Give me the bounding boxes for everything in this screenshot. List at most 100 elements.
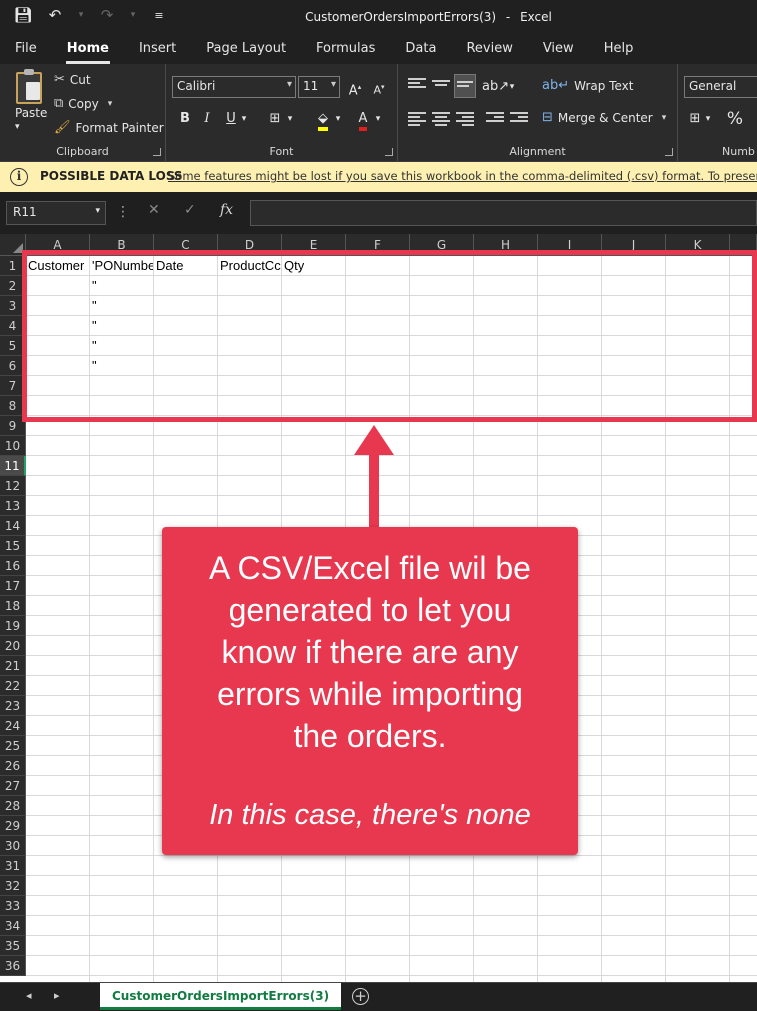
- align-middle-icon[interactable]: [432, 78, 450, 92]
- align-left-icon[interactable]: [408, 112, 426, 126]
- row-header-33[interactable]: 33: [0, 896, 26, 916]
- font-color-dropdown-icon[interactable]: ▾: [372, 108, 384, 130]
- underline-dropdown-icon[interactable]: ▾: [238, 108, 250, 130]
- row-header-11[interactable]: 11: [0, 456, 26, 476]
- arrow-shaft: [369, 448, 379, 528]
- data-loss-warning-bar: i POSSIBLE DATA LOSS Some features might…: [0, 162, 757, 192]
- dialog-launcher-icon[interactable]: [153, 148, 161, 156]
- callout-line: generated to let you: [228, 592, 512, 628]
- font-name-select[interactable]: Calibri ▾: [172, 76, 296, 98]
- row-header-13[interactable]: 13: [0, 496, 26, 516]
- increase-indent-icon[interactable]: [510, 112, 528, 126]
- row-header-32[interactable]: 32: [0, 876, 26, 896]
- tab-view[interactable]: View: [528, 36, 589, 64]
- sheet-tab-customerordersimporterrors[interactable]: CustomerOrdersImportErrors(3): [100, 983, 342, 1010]
- clipboard-group-label: Clipboard: [56, 145, 109, 158]
- row-header-22[interactable]: 22: [0, 676, 26, 696]
- row-header-36[interactable]: 36: [0, 956, 26, 976]
- ribbon-tabs: File Home Insert Page Layout Formulas Data Rev…: [0, 36, 757, 64]
- enter-icon[interactable]: ✓: [184, 202, 196, 218]
- font-size-select[interactable]: 11 ▾: [298, 76, 340, 98]
- fill-color-dropdown-icon[interactable]: ▾: [332, 108, 344, 130]
- row-header-15[interactable]: 15: [0, 536, 26, 556]
- row-header-26[interactable]: 26: [0, 756, 26, 776]
- row-header-30[interactable]: 30: [0, 836, 26, 856]
- row-header-28[interactable]: 28: [0, 796, 26, 816]
- tab-formulas[interactable]: Formulas: [301, 36, 390, 64]
- annotation-callout: A CSV/Excel file wil be generated to let …: [162, 527, 578, 855]
- align-top-icon[interactable]: [408, 78, 426, 92]
- scissors-icon: ✂: [54, 72, 65, 87]
- number-format-select[interactable]: General: [684, 76, 757, 98]
- cut-button[interactable]: ✂ Cut: [54, 72, 91, 87]
- orientation-icon[interactable]: ab↗: [482, 76, 509, 98]
- row-header-21[interactable]: 21: [0, 656, 26, 676]
- row-header-25[interactable]: 25: [0, 736, 26, 756]
- orientation-dropdown-icon[interactable]: ▾: [506, 76, 518, 98]
- italic-button[interactable]: I: [196, 108, 218, 130]
- insert-function-button[interactable]: fx: [220, 202, 233, 218]
- tab-home[interactable]: Home: [52, 36, 124, 64]
- row-header-14[interactable]: 14: [0, 516, 26, 536]
- paste-button[interactable]: Paste: [15, 106, 47, 120]
- warning-message[interactable]: Some features might be lost if you save …: [168, 169, 757, 183]
- accounting-dropdown-icon[interactable]: ▾: [702, 108, 714, 130]
- dialog-launcher-icon[interactable]: [665, 148, 673, 156]
- row-header-12[interactable]: 12: [0, 476, 26, 496]
- font-color-icon[interactable]: A: [352, 108, 374, 131]
- highlight-box: [22, 250, 757, 422]
- align-right-icon[interactable]: [456, 112, 474, 126]
- cancel-icon[interactable]: ✕: [148, 202, 160, 218]
- more-options-icon[interactable]: ⋮: [116, 204, 130, 220]
- callout-note: In this case, there's none: [209, 799, 531, 831]
- alignment-group: ab↗ ▾ ab↵ Wrap Text ⊟ Merge & Center ▾ A…: [398, 64, 678, 161]
- row-header-18[interactable]: 18: [0, 596, 26, 616]
- add-sheet-button[interactable]: +: [352, 988, 369, 1005]
- paste-icon[interactable]: [16, 69, 42, 104]
- tab-data[interactable]: Data: [390, 36, 451, 64]
- merge-center-button[interactable]: ⊟ Merge & Center ▾: [542, 110, 666, 125]
- align-center-icon[interactable]: [432, 112, 450, 126]
- row-header-31[interactable]: 31: [0, 856, 26, 876]
- chevron-down-icon: ▾: [95, 206, 100, 216]
- scroll-left-icon[interactable]: ◂: [26, 989, 32, 1002]
- wrap-text-button[interactable]: ab↵ Wrap Text: [542, 78, 633, 93]
- row-header-23[interactable]: 23: [0, 696, 26, 716]
- row-header-29[interactable]: 29: [0, 816, 26, 836]
- row-header-19[interactable]: 19: [0, 616, 26, 636]
- info-icon: i: [10, 168, 28, 186]
- tab-help[interactable]: Help: [589, 36, 649, 64]
- increase-font-icon[interactable]: A▴: [344, 76, 366, 98]
- merge-center-label: Merge & Center: [557, 110, 653, 125]
- format-painter-button[interactable]: 🖌︎ Format Painter: [54, 120, 164, 135]
- decrease-font-icon[interactable]: A▾: [368, 76, 390, 98]
- row-header-10[interactable]: 10: [0, 436, 26, 456]
- borders-dropdown-icon[interactable]: ▾: [284, 108, 296, 130]
- decrease-indent-icon[interactable]: [486, 112, 504, 126]
- tab-insert[interactable]: Insert: [124, 36, 191, 64]
- row-header-35[interactable]: 35: [0, 936, 26, 956]
- paste-dropdown-icon[interactable]: ▾: [15, 122, 20, 132]
- tab-file[interactable]: File: [0, 36, 52, 64]
- row-header-20[interactable]: 20: [0, 636, 26, 656]
- copy-button[interactable]: ⧉ Copy ▾: [54, 96, 112, 111]
- borders-icon[interactable]: ⊞: [264, 108, 286, 130]
- row-header-24[interactable]: 24: [0, 716, 26, 736]
- tab-review[interactable]: Review: [451, 36, 527, 64]
- align-bottom-icon[interactable]: [454, 74, 476, 98]
- dialog-launcher-icon[interactable]: [385, 148, 393, 156]
- percent-button[interactable]: %: [724, 108, 746, 130]
- name-box[interactable]: R11 ▾: [6, 201, 106, 225]
- font-group: Calibri ▾ 11 ▾ A▴ A▾ B I U ▾ ⊞ ▾ ⬙ ▾ A ▾…: [166, 64, 398, 161]
- row-header-16[interactable]: 16: [0, 556, 26, 576]
- formula-input[interactable]: [250, 200, 757, 226]
- fill-color-icon[interactable]: ⬙: [312, 108, 334, 131]
- tab-page-layout[interactable]: Page Layout: [191, 36, 301, 64]
- row-header-27[interactable]: 27: [0, 776, 26, 796]
- row-header-34[interactable]: 34: [0, 916, 26, 936]
- bold-button[interactable]: B: [174, 108, 196, 130]
- scroll-right-icon[interactable]: ▸: [54, 989, 60, 1002]
- callout-text: A CSV/Excel file wil be generated to let …: [176, 547, 564, 757]
- row-header-17[interactable]: 17: [0, 576, 26, 596]
- copy-icon: ⧉: [54, 96, 64, 111]
